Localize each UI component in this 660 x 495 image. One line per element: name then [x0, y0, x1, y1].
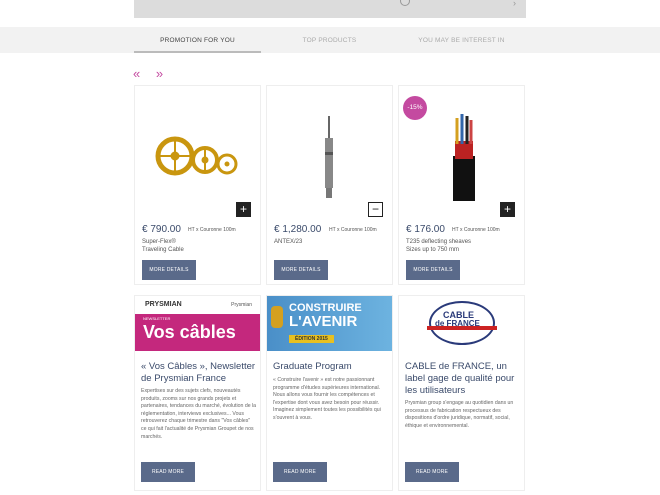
product-card: + € 790.00 HT x Couronne 100m Super-Flex… — [134, 85, 261, 285]
next-arrow-icon[interactable]: » — [156, 66, 163, 81]
prysmian-logo: PRYSMIAN — [145, 301, 182, 308]
product-name-line1: ANTEX/23 — [274, 239, 303, 245]
newsletter-pink-band: NEWSLETTER Vos câbles — [135, 314, 260, 351]
newsletter-banner[interactable]: PRYSMIAN Prysmian NEWSLETTER Vos câbles — [135, 296, 260, 351]
product-name-line2: Traveling Cable — [142, 247, 184, 253]
read-more-button[interactable]: READ MORE — [141, 462, 195, 482]
read-more-button[interactable]: READ MORE — [405, 462, 459, 482]
top-banner: › — [134, 0, 526, 18]
remove-from-cart-button[interactable]: − — [368, 202, 383, 217]
edition-badge: ÉDITION 2015 — [289, 335, 334, 343]
more-details-button[interactable]: MORE DETAILS — [406, 260, 460, 280]
product-image-reels[interactable] — [135, 86, 260, 216]
more-details-button[interactable]: MORE DETAILS — [274, 260, 328, 280]
product-name-line1: Super-Flex® — [142, 239, 176, 245]
product-price: € 176.00 — [406, 224, 445, 235]
news-body: Prysmian group s'engage au quotidien dan… — [405, 400, 514, 429]
news-card: CABLE de FRANCE CABLE de FRANCE, un labe… — [398, 295, 525, 491]
newsletter-tag: NEWSLETTER — [143, 316, 171, 321]
product-card: − € 1,280.00 HT x Couronne 100m ANTEX/23… — [266, 85, 393, 285]
graduate-banner[interactable]: CONSTRUIRE L'AVENIR ÉDITION 2015 — [267, 296, 392, 351]
tab-top-products[interactable]: TOP PRODUCTS — [266, 27, 393, 53]
add-to-cart-button[interactable]: + — [500, 202, 515, 217]
product-card: -15% + € 176.00 HT x Couronne 100m T235 … — [398, 85, 525, 285]
news-body: « Construire l'avenir » est notre passio… — [273, 377, 381, 421]
news-title[interactable]: « Vos Câbles », Newsletter de Prysmian F… — [141, 361, 259, 385]
product-price: € 1,280.00 — [274, 224, 322, 235]
chevron-right-icon[interactable]: › — [513, 0, 516, 8]
tab-bar: PROMOTION FOR YOU TOP PRODUCTS YOU MAY B… — [0, 27, 660, 53]
news-title[interactable]: CABLE de FRANCE, un label gage de qualit… — [405, 361, 523, 397]
prysmian-small-logo: Prysmian — [231, 302, 252, 308]
more-details-button[interactable]: MORE DETAILS — [142, 260, 196, 280]
product-name: T235 deflecting sheaves Sizes up to 750 … — [406, 238, 471, 254]
product-price: € 790.00 — [142, 224, 181, 235]
news-card: PRYSMIAN Prysmian NEWSLETTER Vos câbles … — [134, 295, 261, 491]
product-name: Super-Flex® Traveling Cable — [142, 238, 184, 254]
cable-de-france-logo[interactable]: CABLE de FRANCE — [399, 296, 524, 351]
read-more-button[interactable]: READ MORE — [273, 462, 327, 482]
news-card: CONSTRUIRE L'AVENIR ÉDITION 2015 Graduat… — [266, 295, 393, 491]
logo-word-france: de FRANCE — [435, 319, 480, 328]
vos-cables-heading: Vos câbles — [143, 322, 236, 342]
product-unit: HT x Couronne 100m — [188, 227, 236, 233]
news-body: Expertises sur des sujets clefs, nouveau… — [141, 388, 257, 440]
carousel-dot[interactable] — [400, 0, 410, 6]
product-unit: HT x Couronne 100m — [452, 227, 500, 233]
product-unit: HT x Couronne 100m — [329, 227, 377, 233]
product-name-line2: Sizes up to 750 mm — [406, 247, 460, 253]
add-to-cart-button[interactable]: + — [236, 202, 251, 217]
product-image-tool[interactable] — [267, 86, 392, 216]
product-name: ANTEX/23 — [274, 238, 302, 246]
pager: « » — [133, 66, 175, 81]
person-icon — [271, 306, 283, 328]
news-title[interactable]: Graduate Program — [273, 361, 391, 373]
tab-interest[interactable]: YOU MAY BE INTEREST IN — [398, 27, 525, 53]
prev-arrow-icon[interactable]: « — [133, 66, 140, 81]
brand-strip: PRYSMIAN Prysmian — [135, 296, 260, 314]
product-image-cable[interactable] — [399, 86, 524, 216]
product-name-line1: T235 deflecting sheaves — [406, 239, 472, 245]
tab-promotion[interactable]: PROMOTION FOR YOU — [134, 27, 261, 53]
banner-line2: L'AVENIR — [289, 313, 358, 330]
